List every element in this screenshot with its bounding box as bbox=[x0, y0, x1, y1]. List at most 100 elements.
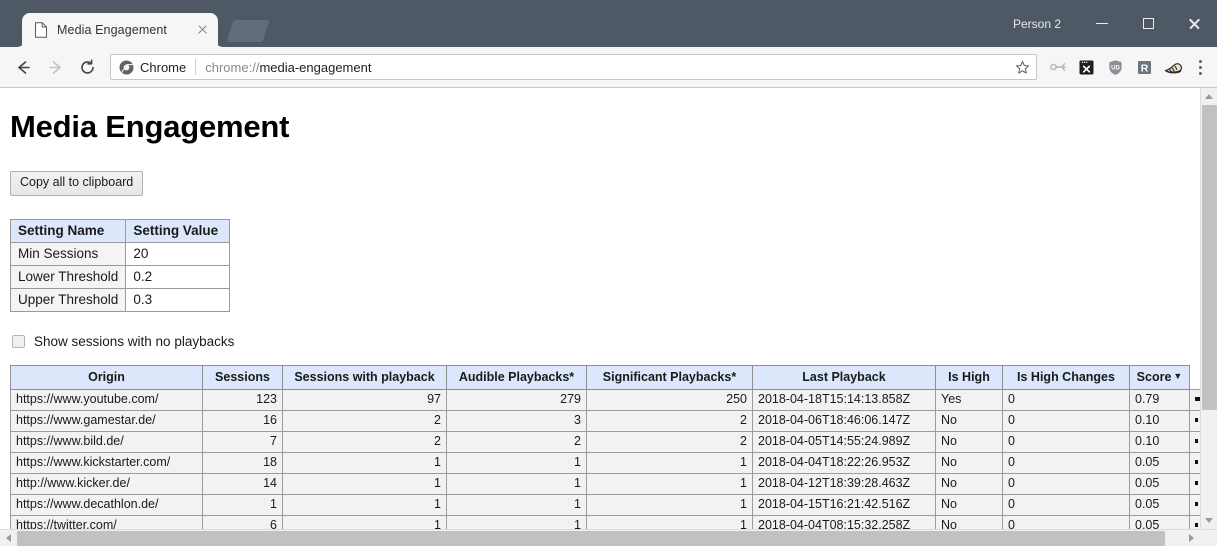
cell-is-high-changes: 0 bbox=[1002, 409, 1130, 432]
cell-score: 0.05 bbox=[1129, 472, 1190, 495]
bookmark-button[interactable] bbox=[1010, 55, 1034, 79]
three-dot-menu-icon bbox=[1198, 59, 1202, 63]
column-header-is-high[interactable]: Is High bbox=[935, 364, 1003, 390]
three-dot-menu-icon-dot3 bbox=[1198, 71, 1202, 75]
cell-score: 0.05 bbox=[1129, 514, 1190, 529]
cell-audible-playbacks: 1 bbox=[446, 514, 587, 529]
address-bar[interactable]: Chrome chrome://media-engagement bbox=[110, 54, 1037, 80]
horizontal-scrollbar[interactable] bbox=[0, 529, 1217, 546]
show-no-playbacks-label: Show sessions with no playbacks bbox=[34, 333, 235, 349]
vertical-scrollbar-thumb[interactable] bbox=[1201, 105, 1217, 410]
tab-media-engagement[interactable]: Media Engagement bbox=[22, 13, 218, 47]
horizontal-scrollbar-track[interactable] bbox=[17, 530, 1183, 546]
engagement-table: Origin Sessions Sessions with playback A… bbox=[10, 364, 1200, 529]
score-bar bbox=[1195, 481, 1198, 486]
vertical-scrollbar[interactable] bbox=[1200, 88, 1217, 529]
cell-audible-playbacks: 3 bbox=[446, 409, 587, 432]
horizontal-scrollbar-thumb[interactable] bbox=[17, 530, 1165, 546]
settings-table-header-row: Setting Name Setting Value bbox=[9, 218, 231, 243]
cell-significant-playbacks: 1 bbox=[586, 514, 753, 529]
minimize-button[interactable] bbox=[1079, 9, 1125, 39]
column-header-sessions-with-playback[interactable]: Sessions with playback bbox=[282, 364, 447, 390]
cell-significant-playbacks: 1 bbox=[586, 493, 753, 516]
cell-origin: https://www.youtube.com/ bbox=[10, 388, 203, 411]
scroll-up-arrow-icon bbox=[1205, 94, 1213, 99]
browser-toolbar: Chrome chrome://media-engagement UD R bbox=[0, 47, 1217, 88]
cell-is-high: No bbox=[935, 493, 1003, 516]
cell-score: 0.79 bbox=[1129, 388, 1190, 411]
maximize-icon bbox=[1142, 18, 1154, 29]
scrollbar-corner bbox=[1200, 529, 1217, 546]
column-header-last-playback[interactable]: Last Playback bbox=[752, 364, 936, 390]
cell-sessions: 18 bbox=[202, 451, 283, 474]
settings-header-setting-value: Setting Value bbox=[125, 218, 231, 243]
shield-ud-extension-icon: UD bbox=[1109, 59, 1122, 75]
column-header-audible-playbacks[interactable]: Audible Playbacks* bbox=[446, 364, 587, 390]
scroll-up-button[interactable] bbox=[1201, 88, 1217, 105]
cell-origin: https://www.bild.de/ bbox=[10, 430, 203, 453]
cell-significant-playbacks: 1 bbox=[586, 451, 753, 474]
copy-all-to-clipboard-button[interactable]: Copy all to clipboard bbox=[10, 171, 144, 196]
cell-audible-playbacks: 1 bbox=[446, 493, 587, 516]
score-bar bbox=[1195, 397, 1200, 402]
cell-sessions-with-playback: 97 bbox=[282, 388, 447, 411]
extension-r-button[interactable]: R bbox=[1130, 53, 1159, 82]
cell-audible-playbacks: 279 bbox=[446, 388, 587, 411]
new-tab-button[interactable] bbox=[226, 20, 270, 42]
cell-audible-playbacks: 2 bbox=[446, 430, 587, 453]
scroll-down-button[interactable] bbox=[1201, 512, 1217, 529]
extension-window-x-button[interactable] bbox=[1072, 53, 1101, 82]
settings-header-setting-name: Setting Name bbox=[9, 218, 127, 243]
chrome-logo-icon bbox=[119, 60, 134, 74]
extension-shield-button[interactable]: UD bbox=[1101, 53, 1130, 82]
column-header-sessions[interactable]: Sessions bbox=[202, 364, 283, 390]
cell-score-bar bbox=[1189, 388, 1200, 411]
extension-sneaker-button[interactable] bbox=[1159, 53, 1188, 82]
tab-close-icon[interactable] bbox=[194, 21, 212, 39]
extension-key-button[interactable] bbox=[1043, 53, 1072, 82]
engagement-table-wrapper: Origin Sessions Sessions with playback A… bbox=[10, 364, 1200, 529]
url-text[interactable]: chrome://media-engagement bbox=[205, 60, 1010, 75]
cell-audible-playbacks: 1 bbox=[446, 472, 587, 495]
three-dot-menu-icon-dot2 bbox=[1198, 65, 1202, 69]
cell-significant-playbacks: 1 bbox=[586, 472, 753, 495]
column-header-score[interactable]: Score ▼ bbox=[1129, 364, 1190, 390]
title-bar: Media Engagement Person 2 bbox=[0, 0, 1217, 47]
column-header-score-label: Score bbox=[1136, 369, 1172, 384]
show-no-playbacks-checkbox[interactable] bbox=[12, 334, 25, 348]
cell-score-bar bbox=[1189, 430, 1200, 453]
omnibox-chip: Chrome bbox=[119, 60, 186, 75]
window-controls: Person 2 bbox=[1013, 0, 1217, 47]
scroll-right-button[interactable] bbox=[1183, 530, 1200, 546]
column-header-significant-playbacks[interactable]: Significant Playbacks* bbox=[586, 364, 753, 390]
engagement-table-body: https://www.youtube.com/ 123 97 279 250 … bbox=[10, 388, 1200, 529]
forward-button[interactable] bbox=[40, 52, 70, 82]
page-icon bbox=[35, 22, 47, 38]
minimize-icon bbox=[1096, 22, 1108, 25]
column-header-is-high-changes[interactable]: Is High Changes bbox=[1002, 364, 1130, 390]
vertical-scrollbar-track[interactable] bbox=[1201, 105, 1217, 512]
table-row: Min Sessions 20 bbox=[9, 241, 231, 266]
cell-sessions: 7 bbox=[202, 430, 283, 453]
table-row: Lower Threshold 0.2 bbox=[9, 264, 231, 289]
omnibox-chip-label: Chrome bbox=[140, 59, 187, 75]
table-row: https://www.youtube.com/ 123 97 279 250 … bbox=[10, 388, 1200, 411]
cell-sessions: 1 bbox=[202, 493, 283, 516]
cell-score: 0.05 bbox=[1129, 451, 1190, 474]
reload-button[interactable] bbox=[72, 52, 102, 82]
reload-icon bbox=[80, 58, 94, 74]
media-engagement-page: Media Engagement Copy all to clipboard S… bbox=[0, 88, 1200, 529]
cell-origin: http://www.kicker.de/ bbox=[10, 472, 203, 495]
settings-table: Setting Name Setting Value Min Sessions … bbox=[9, 218, 231, 312]
cell-origin: https://www.kickstarter.com/ bbox=[10, 451, 203, 474]
maximize-button[interactable] bbox=[1125, 9, 1171, 39]
profile-name-label[interactable]: Person 2 bbox=[1013, 17, 1061, 31]
cell-score: 0.05 bbox=[1129, 493, 1190, 516]
column-header-origin[interactable]: Origin bbox=[10, 364, 203, 390]
chrome-menu-button[interactable] bbox=[1190, 55, 1210, 79]
scroll-left-button[interactable] bbox=[0, 530, 17, 546]
back-button[interactable] bbox=[8, 52, 38, 82]
close-window-button[interactable] bbox=[1171, 9, 1217, 39]
cell-is-high-changes: 0 bbox=[1002, 472, 1130, 495]
table-row: http://www.kicker.de/ 14 1 1 1 2018-04-1… bbox=[10, 472, 1200, 495]
